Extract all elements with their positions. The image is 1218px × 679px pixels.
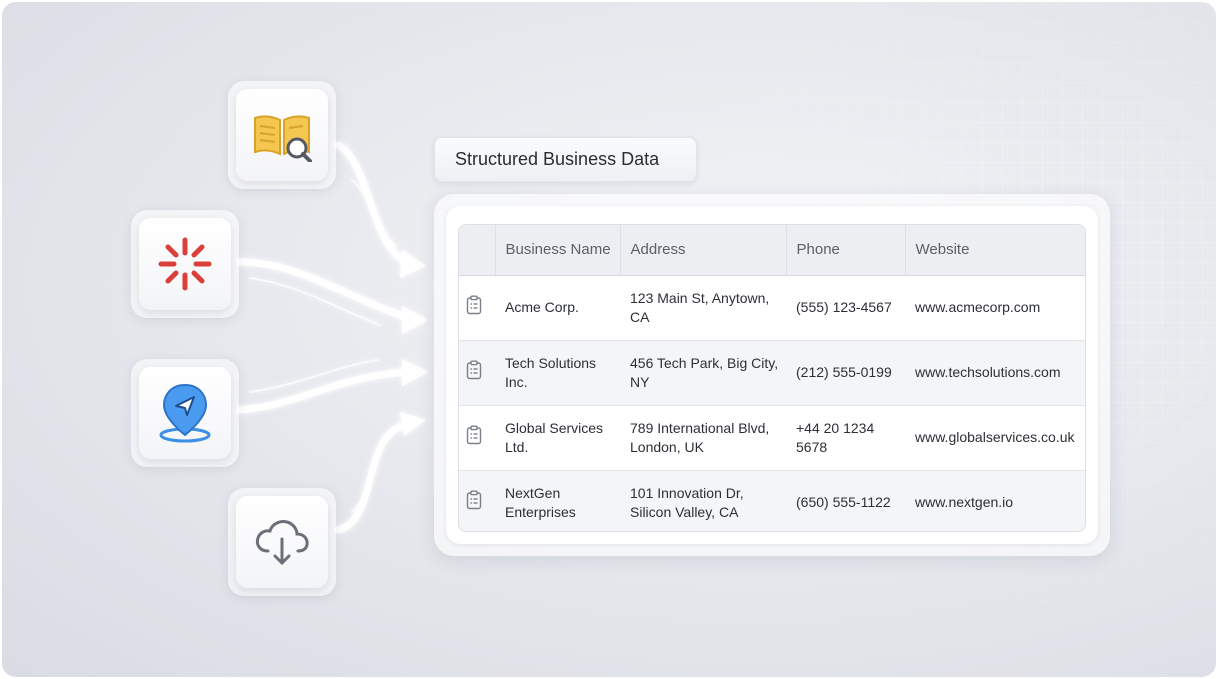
arrowhead-2 [402, 306, 428, 334]
arrowhead-1 [400, 250, 426, 278]
flow-line-book [334, 141, 414, 266]
section-title: Structured Business Data [434, 137, 697, 182]
book-search-icon [254, 115, 312, 162]
source-tile-review-site [131, 210, 239, 318]
source-tile-directory [228, 81, 336, 189]
source-tile-cloud [228, 488, 336, 596]
cell-phone: (212) 555-0199 [786, 340, 905, 406]
cell-business-name: Global Services Ltd. [495, 405, 620, 471]
cell-website: www.globalservices.co.uk [905, 405, 1085, 471]
table-card: Business Name Address Phone Website Acme… [446, 206, 1098, 544]
section-title-text: Structured Business Data [455, 149, 660, 169]
row-icon-cell [459, 405, 495, 471]
source-tile-maps [131, 359, 239, 467]
header-business-name: Business Name [494, 225, 620, 276]
cell-address: 123 Main St, Anytown, CA [620, 275, 786, 341]
cell-address: 101 Innovation Dr, Silicon Valley, CA [620, 470, 786, 531]
header-website: Website [904, 225, 1085, 276]
cell-address: 789 International Blvd, London, UK [620, 405, 786, 471]
cell-website: www.acmecorp.com [905, 275, 1085, 341]
business-table-container: Business Name Address Phone Website Acme… [458, 224, 1086, 532]
row-icon-cell [459, 340, 495, 406]
table-row: Acme Corp. 123 Main St, Anytown, CA (555… [459, 275, 1085, 341]
cell-website: www.nextgen.io [905, 470, 1085, 531]
table-frame: Business Name Address Phone Website Acme… [434, 194, 1110, 556]
cell-phone: +44 20 1234 5678 [786, 405, 905, 471]
header-address: Address [619, 225, 786, 276]
cell-business-name: Tech Solutions Inc. [495, 340, 620, 406]
cell-address: 456 Tech Park, Big City, NY [620, 340, 786, 406]
flow-line-pin [236, 368, 414, 414]
cell-business-name: NextGen Enterprises [495, 470, 620, 531]
clipboard-list-icon [466, 360, 482, 380]
location-pin-icon [159, 383, 211, 443]
cell-website: www.techsolutions.com [905, 340, 1085, 406]
clipboard-list-icon [466, 295, 482, 315]
cloud-download-icon [255, 520, 309, 565]
table-row: Tech Solutions Inc. 456 Tech Park, Big C… [459, 340, 1085, 406]
header-icon-column [459, 225, 495, 276]
clipboard-list-icon [466, 425, 482, 445]
arrowhead-3 [402, 359, 428, 386]
table-row: Global Services Ltd. 789 International B… [459, 405, 1085, 471]
business-table: Business Name Address Phone Website Acme… [459, 225, 1085, 531]
flow-line-burst [236, 258, 414, 322]
cell-phone: (650) 555-1122 [786, 470, 905, 531]
cell-business-name: Acme Corp. [495, 275, 620, 341]
burst-icon [158, 237, 212, 291]
cell-phone: (555) 123-4567 [786, 275, 905, 341]
row-icon-cell [459, 470, 495, 531]
table-row: NextGen Enterprises 101 Innovation Dr, S… [459, 470, 1085, 531]
row-icon-cell [459, 275, 495, 341]
arrowhead-4 [400, 412, 426, 436]
flow-line-cloud [334, 420, 414, 534]
header-phone: Phone [785, 225, 905, 276]
table-header-row: Business Name Address Phone Website [459, 225, 1085, 276]
clipboard-list-icon [466, 490, 482, 510]
